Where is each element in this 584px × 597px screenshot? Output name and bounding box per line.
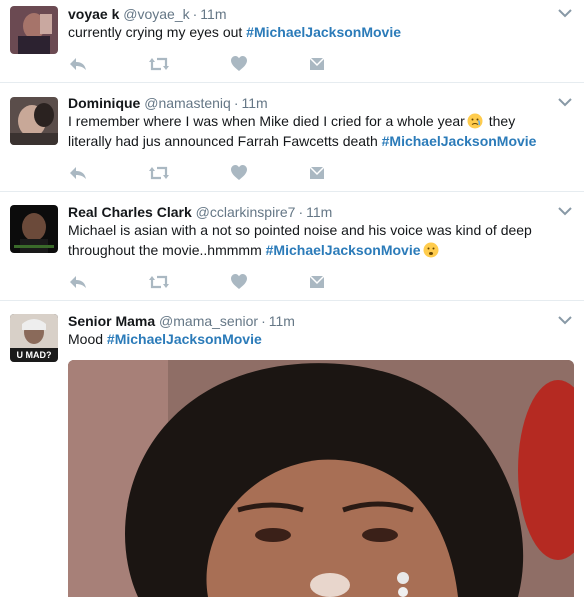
username[interactable]: @cclarkinspire7 [196, 204, 296, 220]
display-name[interactable]: voyae k [68, 6, 119, 22]
hashtag-link[interactable]: #MichaelJacksonMovie [107, 331, 262, 347]
direct-message-icon[interactable] [308, 164, 328, 182]
hashtag-link[interactable]: #MichaelJacksonMovie [246, 24, 401, 40]
direct-message-icon[interactable] [308, 55, 328, 73]
tweet-header: Dominique @namasteniq · 11m [68, 94, 268, 112]
display-name[interactable]: Real Charles Clark [68, 204, 192, 220]
chevron-down-icon[interactable] [558, 206, 572, 216]
heart-icon[interactable] [230, 273, 250, 291]
heart-icon[interactable] [230, 164, 250, 182]
avatar[interactable] [10, 6, 58, 54]
heart-icon[interactable] [230, 55, 250, 73]
tweet-actions [68, 273, 348, 291]
avatar[interactable] [10, 97, 58, 145]
avatar[interactable]: U MAD? [10, 314, 58, 362]
reply-icon[interactable] [68, 164, 88, 182]
tweet-header: voyae k @voyae_k · 11m [68, 5, 227, 23]
tweet-media-image[interactable] [68, 360, 574, 597]
timestamp[interactable]: 11m [200, 6, 226, 22]
chevron-down-icon[interactable] [558, 315, 572, 325]
direct-message-icon[interactable] [308, 273, 328, 291]
avatar-caption: U MAD? [16, 350, 52, 360]
tweet-actions [68, 164, 348, 182]
reply-icon[interactable] [68, 273, 88, 291]
tweet-text-body: throughout the movie..hmmmm [68, 241, 266, 258]
display-name[interactable]: Dominique [68, 95, 140, 111]
tweet[interactable]: Real Charles Clark @cclarkinspire7 · 11m M… [0, 193, 584, 301]
retweet-icon[interactable] [148, 55, 169, 73]
crying-face-emoji-icon [467, 113, 483, 129]
hashtag-link[interactable]: #MichaelJacksonMovie [382, 133, 537, 149]
separator: · [298, 204, 304, 220]
username[interactable]: @mama_senior [159, 313, 258, 329]
tweet-text: currently crying my eyes out #MichaelJac… [68, 23, 568, 43]
avatar[interactable] [10, 205, 58, 253]
reply-icon[interactable] [68, 55, 88, 73]
tweet-text-body: currently crying my eyes out [68, 24, 247, 40]
separator: · [261, 313, 266, 329]
separator: · [233, 95, 239, 111]
tweet-text-body: Mood [68, 331, 107, 347]
username[interactable]: @voyae_k [123, 6, 189, 22]
chevron-down-icon[interactable] [558, 8, 572, 18]
tweet[interactable]: Dominique @namasteniq · 11m I remember whe… [0, 84, 584, 192]
tweet-text: Michael is asian with a not so pointed n… [68, 221, 568, 260]
username[interactable]: @namasteniq [144, 95, 231, 111]
chevron-down-icon[interactable] [558, 97, 572, 107]
tweet-text-body: Michael is asian with a not so pointed n… [68, 222, 532, 238]
retweet-icon[interactable] [148, 164, 169, 182]
hashtag-link[interactable]: #MichaelJacksonMovie [266, 242, 421, 258]
tweet-text: Mood #MichaelJacksonMovie [68, 330, 568, 350]
frowning-face-emoji-icon [423, 242, 439, 258]
timestamp[interactable]: 11m [306, 204, 332, 220]
tweet-header: Real Charles Clark @cclarkinspire7 · 11m [68, 203, 332, 221]
tweet-text: I remember where I was when Mike died I … [68, 112, 568, 151]
retweet-icon[interactable] [148, 273, 169, 291]
tweet[interactable]: voyae k @voyae_k · 11m currently crying my… [0, 0, 584, 83]
separator: · [192, 6, 198, 22]
timestamp[interactable]: 11m [242, 95, 268, 111]
tweet-actions [68, 55, 348, 73]
tweet-text-body: they [484, 113, 516, 129]
tweet-header: Senior Mama @mama_senior · 11m [68, 312, 295, 330]
tweet-text-body: literally had jus announced Farrah Fawce… [68, 132, 382, 149]
timestamp[interactable]: 11m [269, 313, 295, 329]
display-name[interactable]: Senior Mama [68, 313, 155, 329]
tweet-text-body: I remember where I was when Mike died I … [68, 113, 465, 129]
